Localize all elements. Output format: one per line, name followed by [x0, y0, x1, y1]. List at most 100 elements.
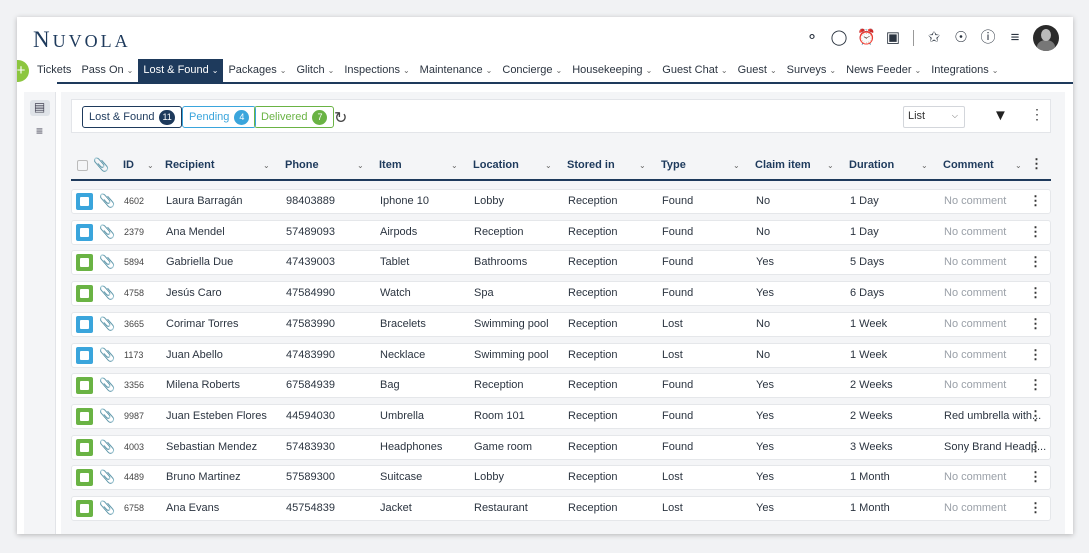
column-header-comment[interactable]: Comment ⌄ — [943, 159, 1022, 171]
row-options-icon[interactable]: ⋮ — [1029, 439, 1042, 455]
help-icon[interactable]: ⓘ — [979, 29, 997, 47]
row-status-checkbox[interactable] — [76, 407, 93, 425]
table-row[interactable]: 📎 5894 Gabriella Due 47439003 Tablet Bathroom… — [71, 250, 1051, 276]
cell-phone: 47583990 — [286, 317, 335, 330]
row-status-checkbox[interactable] — [76, 469, 93, 487]
tab-delivered[interactable]: Delivered 7 — [254, 106, 335, 128]
nav-item-housekeeping[interactable]: Housekeeping ⌄ — [567, 59, 657, 82]
nav-item-tickets[interactable]: Tickets — [32, 59, 76, 82]
nav-item-inspections[interactable]: Inspections ⌄ — [339, 59, 414, 82]
more-options-icon[interactable]: ⋮ — [1030, 106, 1044, 123]
tab-pending[interactable]: Pending 4 — [182, 106, 257, 128]
column-header-claim-item[interactable]: Claim item ⌄ — [755, 159, 834, 171]
attachment-icon[interactable]: 📎 — [99, 254, 115, 270]
chat-bubble-icon[interactable]: ⚬ — [803, 29, 821, 47]
column-header-location[interactable]: Location ⌄ — [473, 159, 552, 171]
nav-item-news-feeder[interactable]: News Feeder ⌄ — [841, 59, 926, 82]
table-row[interactable]: 📎 9987 Juan Esteben Flores 44594030 Umbrella… — [71, 403, 1051, 429]
column-header-id[interactable]: ID ⌄ — [123, 159, 154, 171]
cell-claim: Yes — [756, 502, 774, 514]
settings-sliders-icon[interactable]: ≡ — [1006, 29, 1024, 47]
column-header-phone[interactable]: Phone ⌄ — [285, 159, 364, 171]
nav-item-label: Integrations — [931, 64, 989, 76]
attachment-icon[interactable]: 📎 — [99, 285, 115, 301]
column-header-type[interactable]: Type ⌄ — [661, 159, 740, 171]
attachment-icon[interactable]: 📎 — [99, 408, 115, 424]
row-status-checkbox[interactable] — [76, 223, 93, 241]
cell-id: 4489 — [124, 472, 145, 483]
view-select[interactable]: List ⌵ — [903, 106, 965, 128]
attachment-icon[interactable]: 📎 — [99, 224, 115, 240]
row-status-checkbox[interactable] — [76, 254, 93, 272]
table-row[interactable]: 📎 4758 Jesús Caro 47584990 Watch Spa Reception… — [71, 281, 1051, 307]
attachment-icon[interactable]: 📎 — [99, 439, 115, 455]
nav-item-pass-on[interactable]: Pass On ⌄ — [76, 59, 138, 82]
attachment-icon[interactable]: 📎 — [99, 469, 115, 485]
nav-item-glitch[interactable]: Glitch ⌄ — [291, 59, 339, 82]
alarm-clock-icon[interactable]: ⏰ — [857, 29, 876, 47]
attachment-icon[interactable]: 📎 — [99, 193, 115, 209]
table-row[interactable]: 📎 1173 Juan Abello 47483990 Necklace Swimming… — [71, 342, 1051, 368]
attachment-icon[interactable]: 📎 — [99, 316, 115, 332]
nav-item-surveys[interactable]: Surveys ⌄ — [782, 59, 841, 82]
row-status-checkbox[interactable] — [76, 438, 93, 456]
row-options-icon[interactable]: ⋮ — [1029, 469, 1042, 485]
column-header-item[interactable]: Item ⌄ — [379, 159, 458, 171]
row-status-checkbox[interactable] — [76, 315, 93, 333]
attachment-icon[interactable]: 📎 — [99, 377, 115, 393]
nav-item-maintenance[interactable]: Maintenance ⌄ — [415, 59, 498, 82]
row-options-icon[interactable]: ⋮ — [1029, 254, 1042, 270]
add-button[interactable]: + — [17, 60, 29, 82]
nav-item-label: Guest — [737, 64, 767, 76]
nav-item-integrations[interactable]: Integrations ⌄ — [926, 59, 1003, 82]
nav-item-lost-found[interactable]: Lost & Found ⌄ — [138, 59, 224, 82]
attachment-icon[interactable]: 📎 — [99, 500, 115, 516]
row-options-icon[interactable]: ⋮ — [1029, 285, 1042, 301]
row-options-icon[interactable]: ⋮ — [1029, 408, 1042, 424]
refresh-icon[interactable]: ↻ — [334, 108, 347, 128]
nav-item-label: News Feeder — [846, 64, 912, 76]
column-options-icon[interactable]: ⋮ — [1030, 156, 1043, 172]
message-icon[interactable]: ◯ — [830, 29, 848, 47]
select-all-checkbox[interactable] — [77, 160, 88, 171]
lost-found-view-icon[interactable]: ▤ — [29, 100, 50, 116]
table-row[interactable]: 📎 6758 Ana Evans 45754839 Jacket Restaurant Re… — [71, 496, 1051, 521]
settings-sliders-icon[interactable]: ≡ — [30, 124, 50, 140]
table-row[interactable]: 📎 4602 Laura Barragán 98403889 Iphone 10 Lobb… — [71, 189, 1051, 214]
row-status-checkbox[interactable] — [76, 346, 93, 364]
row-options-icon[interactable]: ⋮ — [1029, 347, 1042, 363]
row-options-icon[interactable]: ⋮ — [1029, 193, 1042, 209]
nav-item-concierge[interactable]: Concierge ⌄ — [497, 59, 567, 82]
row-options-icon[interactable]: ⋮ — [1029, 500, 1042, 516]
cell-comment: No comment — [944, 256, 1007, 269]
globe-icon[interactable]: ☉ — [952, 29, 970, 47]
row-options-icon[interactable]: ⋮ — [1029, 224, 1042, 240]
row-status-checkbox[interactable] — [76, 285, 93, 303]
row-status-checkbox[interactable] — [76, 500, 93, 517]
table-row[interactable]: 📎 4003 Sebastian Mendez 57483930 Headphones G… — [71, 434, 1051, 460]
row-options-icon[interactable]: ⋮ — [1029, 316, 1042, 332]
table-row[interactable]: 📎 3356 Milena Roberts 67584939 Bag Reception R… — [71, 373, 1051, 399]
app-logo[interactable]: NUVOLA — [33, 27, 131, 53]
cell-type: Lost — [662, 348, 683, 361]
avatar[interactable] — [1033, 25, 1059, 51]
cell-item: Suitcase — [380, 471, 423, 484]
row-status-checkbox[interactable] — [76, 193, 93, 210]
nav-item-guest-chat[interactable]: Guest Chat ⌄ — [657, 59, 732, 82]
attachment-icon[interactable]: 📎 — [99, 347, 115, 363]
tab-lost-found[interactable]: Lost & Found 11 — [82, 106, 182, 128]
column-header-recipient[interactable]: Recipient ⌄ — [165, 159, 270, 171]
table-row[interactable]: 📎 3665 Corimar Torres 47583990 Bracelets Swim… — [71, 311, 1051, 337]
row-status-checkbox[interactable] — [76, 377, 93, 395]
column-header-stored-in[interactable]: Stored in ⌄ — [567, 159, 646, 171]
nav-item-guest[interactable]: Guest ⌄ — [733, 59, 782, 82]
magic-wand-icon[interactable]: ✩ — [925, 29, 943, 47]
table-row[interactable]: 📎 2379 Ana Mendel 57489093 Airpods Reception R… — [71, 219, 1051, 245]
row-options-icon[interactable]: ⋮ — [1029, 377, 1042, 393]
filter-icon[interactable]: ▼ — [993, 107, 1008, 124]
calendar-icon[interactable]: ▣ — [884, 29, 902, 47]
nav-item-packages[interactable]: Packages ⌄ — [223, 59, 291, 82]
column-header-duration[interactable]: Duration ⌄ — [849, 159, 928, 171]
cell-id: 3665 — [124, 318, 145, 329]
table-row[interactable]: 📎 4489 Bruno Martinez 57589300 Suitcase Lobby… — [71, 465, 1051, 491]
